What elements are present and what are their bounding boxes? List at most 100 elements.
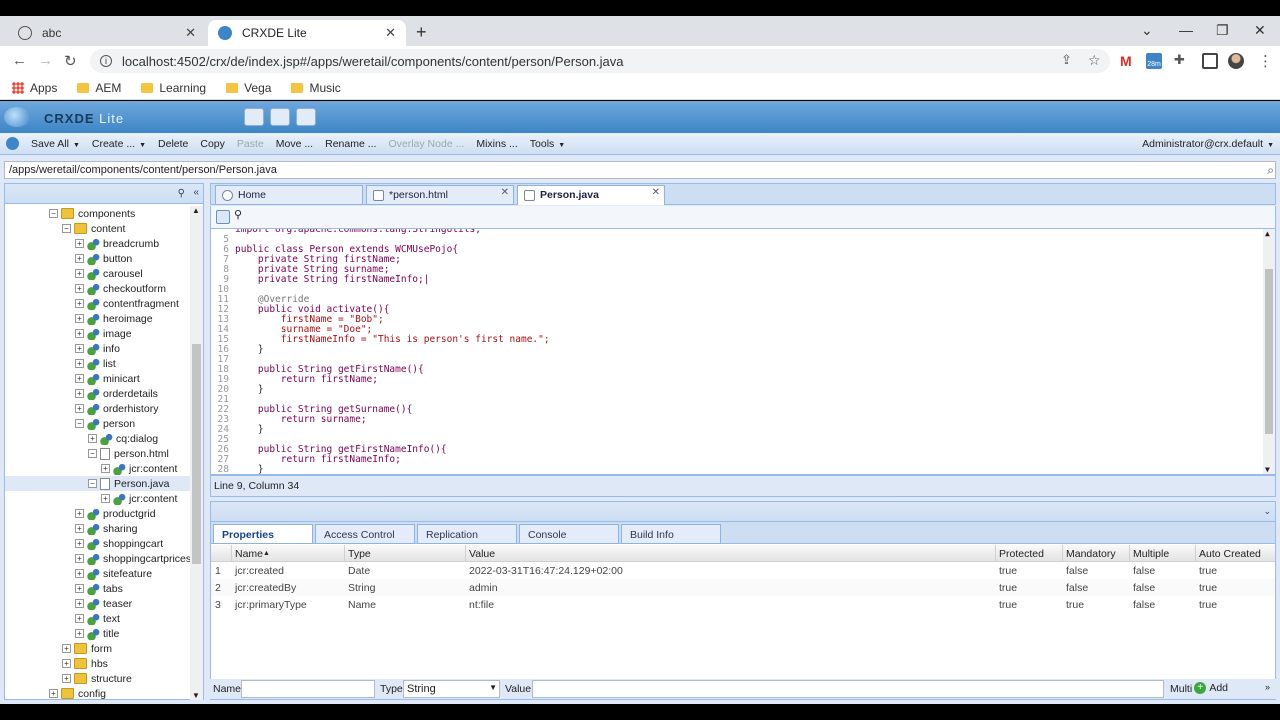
expand-icon[interactable]: + [49,689,58,698]
multi-label[interactable]: Multi [1170,683,1192,695]
close-icon[interactable]: ✕ [185,25,196,41]
column-separator[interactable] [231,545,232,562]
column-separator[interactable] [1062,545,1063,562]
bookmark-apps[interactable]: Apps [12,81,57,95]
menu-rename[interactable]: Rename ... [325,138,376,150]
extension-timer-icon[interactable]: 28m [1146,53,1162,69]
bookmark-vega[interactable]: Vega [226,81,271,95]
tree-node[interactable]: + minicart [5,371,191,386]
expand-icon[interactable]: + [75,629,84,638]
column-separator[interactable] [1195,545,1196,562]
tree-node[interactable]: + carousel [5,266,191,281]
expand-icon[interactable]: + [75,314,84,323]
forward-icon[interactable]: → [38,52,53,69]
console-icon[interactable] [296,108,316,126]
menu-mixins[interactable]: Mixins ... [476,138,517,150]
info-icon[interactable]: i [100,55,112,67]
tree-node[interactable]: + heroimage [5,311,191,326]
expand-icon[interactable]: + [75,329,84,338]
tab-home[interactable]: Home [215,185,363,205]
collapse-icon[interactable]: − [88,449,97,458]
tree-node[interactable]: + text [5,611,191,626]
menu-kebab-icon[interactable]: ⋮ [1258,52,1273,70]
expand-icon[interactable]: + [75,539,84,548]
column-header[interactable]: Multiple [1133,548,1169,560]
tree-node[interactable]: + config [5,686,191,700]
close-icon[interactable]: ✕ [501,187,509,198]
code-scrollbar[interactable]: ▲ ▼ [1263,229,1275,474]
expand-icon[interactable]: + [75,284,84,293]
collapse-icon[interactable]: − [49,209,58,218]
expand-icon[interactable]: + [75,344,84,353]
tree-node[interactable]: + structure [5,671,191,686]
column-header[interactable]: Value [469,548,495,560]
column-header[interactable]: Type [348,548,371,560]
menu-move[interactable]: Move ... [276,138,313,150]
bookmark-aem[interactable]: AEM [77,81,121,95]
add-button[interactable]: + Add [1194,682,1228,694]
tree-node[interactable]: + tabs [5,581,191,596]
tree-node[interactable]: − content [5,221,191,236]
code-editor[interactable]: ▲ ▼ import org.apache.commons.lang.Strin… [210,228,1276,475]
address-bar[interactable]: i localhost:4502/crx/de/index.jsp#/apps/… [90,49,1110,73]
extensions-puzzle-icon[interactable]: ✚ [1174,52,1185,68]
expand-icon[interactable]: + [75,374,84,383]
close-icon[interactable]: ✕ [385,25,396,41]
expand-icon[interactable]: + [75,509,84,518]
expand-icon[interactable]: + [75,389,84,398]
expand-icon[interactable]: + [75,299,84,308]
chevron-down-icon[interactable]: ▼ [489,683,497,692]
expand-icon[interactable]: + [75,239,84,248]
expand-icon[interactable]: + [75,614,84,623]
search-icon[interactable]: ⌕ [1267,163,1274,178]
table-row[interactable]: 2 jcr:createdBy String admin true false false t… [211,579,1275,596]
tree-node[interactable]: + info [5,341,191,356]
browser-tab-abc[interactable]: abc ✕ [8,20,206,46]
expand-icon[interactable]: + [75,254,84,263]
close-icon[interactable]: ✕ [652,187,660,198]
tree-node[interactable]: + orderdetails [5,386,191,401]
menu-paste[interactable]: Paste [237,138,264,150]
column-separator[interactable] [465,545,466,562]
expand-icon[interactable]: + [62,659,71,668]
tree-node[interactable]: + title [5,626,191,641]
code-line[interactable]: import org.apache.commons.lang.StringUti… [211,229,481,235]
tab-person-java[interactable]: Person.java ✕ [517,185,665,205]
collapse-icon[interactable]: − [88,479,97,488]
property-value-input[interactable] [532,680,1164,698]
column-header[interactable]: Mandatory [1066,548,1116,560]
bookmark-star-icon[interactable]: ☆ [1088,52,1101,69]
collapse-icon[interactable]: − [75,419,84,428]
expand-icon[interactable]: + [101,464,110,473]
collapse-icon[interactable]: − [62,224,71,233]
column-separator[interactable] [344,545,345,562]
find-binoculars-icon[interactable]: ⚲ [234,208,248,222]
code-line[interactable]: 28 } [211,465,264,475]
refresh-icon[interactable] [6,137,19,150]
column-separator[interactable] [1129,545,1130,562]
menu-create[interactable]: Create ... ▼ [92,138,146,150]
table-row[interactable]: 3 jcr:primaryType Name nt:file true true false… [211,596,1275,613]
profile-avatar[interactable] [1228,53,1244,69]
expand-icon[interactable]: + [75,569,84,578]
expand-icon[interactable]: + [75,599,84,608]
tab-build-info[interactable]: Build Info [621,524,721,544]
tree-node[interactable]: − Person.java [5,476,191,491]
tools-wrench-icon[interactable] [244,108,264,126]
tree-node[interactable]: + image [5,326,191,341]
tree-node[interactable]: + shoppingcart [5,536,191,551]
property-type-select[interactable]: String ▼ [403,680,500,698]
user-menu[interactable]: Administrator@crx.default ▼ [1142,138,1274,150]
window-close-icon[interactable]: ✕ [1254,22,1266,39]
share-icon[interactable]: ⇪ [1061,52,1072,68]
tab-replication[interactable]: Replication [417,524,517,544]
tree-node[interactable]: + jcr:content [5,461,191,476]
scroll-up-icon[interactable]: ▲ [1265,229,1270,238]
gmail-icon[interactable]: M [1120,53,1136,69]
code-line[interactable]: 9 private String firstNameInfo;| [211,275,429,285]
menu-overlay-node[interactable]: Overlay Node ... [388,138,464,150]
bookmark-music[interactable]: Music [291,81,341,95]
tree-scrollbar[interactable]: ▲ ▼ [190,206,203,700]
tree-scroll-thumb[interactable] [192,344,201,564]
maximize-icon[interactable]: ❐ [1216,22,1229,39]
